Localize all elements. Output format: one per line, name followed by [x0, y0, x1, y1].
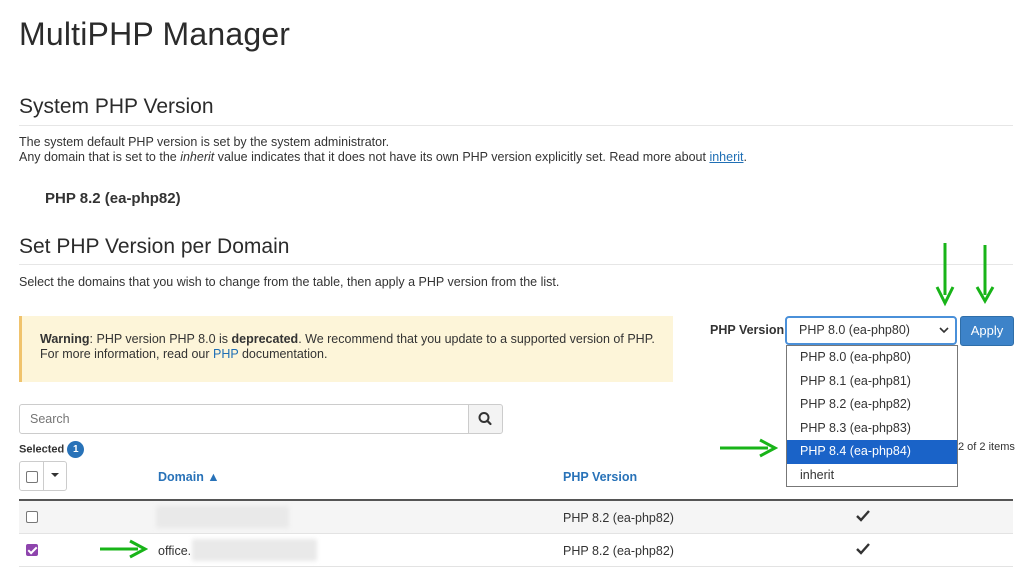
php-version-selected: PHP 8.0 (ea-php80)	[799, 323, 910, 337]
system-php-title: System PHP Version	[19, 95, 214, 118]
page-title: MultiPHP Manager	[19, 16, 291, 52]
desc-inherit-em: inherit	[180, 150, 215, 164]
system-description: The system default PHP version is set by…	[19, 135, 747, 165]
table-row: office. PHP 8.2 (ea-php82)	[19, 534, 1013, 567]
php-version-cell: PHP 8.2 (ea-php82)	[563, 544, 674, 558]
php-option-80[interactable]: PHP 8.0 (ea-php80)	[787, 346, 957, 370]
arrow-down-icon	[935, 243, 955, 307]
divider	[43, 462, 44, 490]
arrow-right-icon	[100, 539, 148, 559]
warning-text: documentation.	[238, 347, 328, 361]
items-count: 2 of 2 items	[958, 441, 1015, 453]
php-docs-link[interactable]: PHP	[213, 347, 238, 361]
warning-text: For more information, read our	[40, 347, 213, 361]
per-domain-title: Set PHP Version per Domain	[19, 235, 290, 258]
redacted-domain	[192, 539, 317, 561]
selected-badge: 1	[67, 441, 85, 458]
chevron-down-icon	[939, 327, 949, 334]
php-version-select[interactable]: PHP 8.0 (ea-php80)	[785, 316, 957, 345]
warning-text: . We recommend that you update to a supp…	[298, 332, 655, 346]
php-option-84[interactable]: PHP 8.4 (ea-php84)	[787, 440, 957, 464]
caret-down-icon[interactable]	[51, 471, 59, 479]
selected-label: Selected	[19, 443, 65, 456]
php-option-81[interactable]: PHP 8.1 (ea-php81)	[787, 370, 957, 394]
search-input[interactable]	[19, 404, 469, 434]
inherit-link[interactable]: inherit	[709, 150, 743, 164]
check-icon	[856, 510, 870, 522]
search-icon	[478, 412, 492, 426]
php-option-inherit[interactable]: inherit	[787, 464, 957, 488]
apply-button[interactable]: Apply	[960, 316, 1014, 346]
system-desc-line1: The system default PHP version is set by…	[19, 135, 390, 149]
warning-label: Warning	[40, 332, 90, 346]
divider	[19, 264, 1013, 265]
selected-count: Selected 1	[19, 441, 85, 458]
row-checkbox[interactable]	[26, 544, 38, 556]
deprecation-warning: Warning: PHP version PHP 8.0 is deprecat…	[19, 316, 673, 382]
warning-line1: Warning: PHP version PHP 8.0 is deprecat…	[40, 332, 655, 347]
system-desc-line2: Any domain that is set to the inherit va…	[19, 150, 747, 165]
table-row: PHP 8.2 (ea-php82)	[19, 501, 1013, 534]
divider	[19, 125, 1013, 126]
warning-text: : PHP version PHP 8.0 is	[89, 332, 232, 346]
select-all-checkbox[interactable]	[26, 471, 38, 483]
search-button[interactable]	[468, 404, 503, 434]
php-option-83[interactable]: PHP 8.3 (ea-php83)	[787, 417, 957, 441]
arrow-down-icon	[975, 245, 995, 305]
warning-deprecated: deprecated	[231, 332, 299, 346]
column-header-php-version[interactable]: PHP Version	[563, 470, 637, 484]
desc-text: Any domain that is set to the	[19, 150, 181, 164]
desc-text: value indicates that it does not have it…	[214, 150, 710, 164]
check-icon	[856, 543, 870, 555]
row-checkbox[interactable]	[26, 511, 38, 523]
domain-cell: office.	[158, 544, 192, 558]
arrow-right-icon	[720, 438, 778, 458]
redacted-domain	[156, 506, 289, 528]
system-php-version: PHP 8.2 (ea-php82)	[45, 190, 181, 207]
desc-text: .	[743, 150, 747, 164]
php-version-dropdown: PHP 8.0 (ea-php80) PHP 8.1 (ea-php81) PH…	[786, 345, 958, 487]
per-domain-description: Select the domains that you wish to chan…	[19, 275, 560, 289]
php-option-82[interactable]: PHP 8.2 (ea-php82)	[787, 393, 957, 417]
select-all-control	[19, 461, 67, 491]
column-header-domain[interactable]: Domain ▲	[158, 470, 220, 484]
warning-line2: For more information, read our PHP docum…	[40, 347, 655, 362]
php-version-cell: PHP 8.2 (ea-php82)	[563, 511, 674, 525]
php-version-label: PHP Version	[710, 323, 785, 337]
